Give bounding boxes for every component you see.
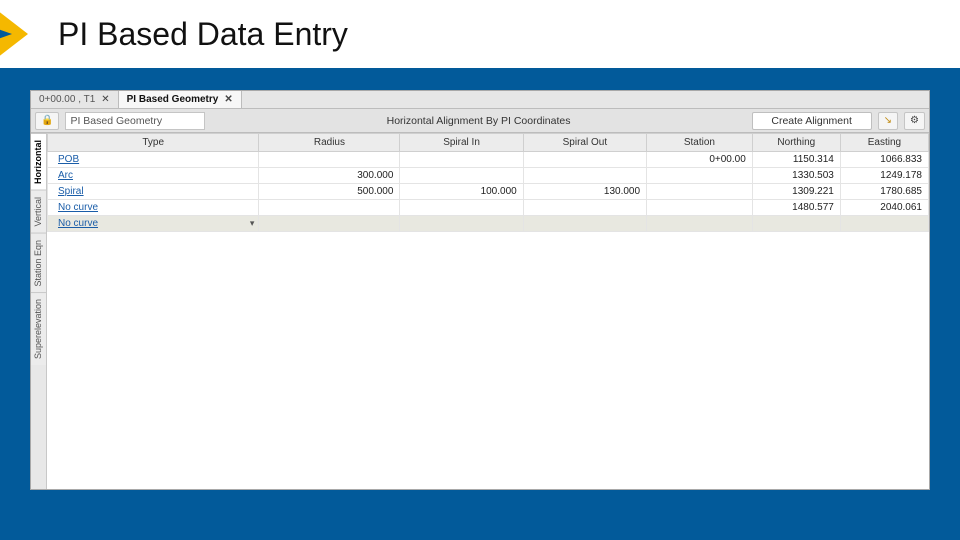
slide-title: PI Based Data Entry bbox=[0, 16, 348, 53]
tab-label: 0+00.00 , T1 bbox=[39, 94, 95, 105]
tab-station[interactable]: 0+00.00 , T1 ✕ bbox=[31, 91, 119, 108]
value-cell[interactable]: 1480.577 bbox=[752, 200, 840, 216]
value-cell[interactable] bbox=[647, 168, 753, 184]
value-cell[interactable]: 300.000 bbox=[259, 168, 400, 184]
value-cell[interactable] bbox=[647, 200, 753, 216]
value-cell[interactable] bbox=[752, 216, 840, 232]
type-cell[interactable]: Spiral bbox=[48, 184, 259, 200]
table-row[interactable]: Arc300.000 1330.5031249.178 bbox=[48, 168, 929, 184]
col-radius[interactable]: Radius bbox=[259, 134, 400, 152]
type-cell[interactable]: No curve bbox=[48, 216, 259, 232]
lock-button[interactable]: 🔒 bbox=[35, 112, 59, 130]
col-easting[interactable]: Easting bbox=[840, 134, 928, 152]
value-cell[interactable]: 130.000 bbox=[523, 184, 646, 200]
value-cell[interactable] bbox=[259, 216, 400, 232]
sidetab-vertical[interactable]: Vertical bbox=[31, 190, 46, 233]
close-icon[interactable]: ✕ bbox=[224, 94, 232, 105]
value-cell[interactable]: 1150.314 bbox=[752, 152, 840, 168]
value-cell[interactable] bbox=[259, 152, 400, 168]
table-row[interactable]: Spiral500.000100.000130.000 1309.2211780.… bbox=[48, 184, 929, 200]
accent-triangle bbox=[0, 0, 28, 68]
table-empty-area bbox=[47, 253, 929, 489]
table-row[interactable]: POB 0+00.001150.3141066.833 bbox=[48, 152, 929, 168]
value-cell[interactable] bbox=[523, 216, 646, 232]
slide-title-band: PI Based Data Entry bbox=[0, 0, 960, 68]
move-button[interactable]: ↘ bbox=[878, 112, 898, 130]
type-cell[interactable]: POB bbox=[48, 152, 259, 168]
value-cell[interactable] bbox=[840, 216, 928, 232]
value-cell[interactable] bbox=[523, 200, 646, 216]
sidetab-superelevation[interactable]: Superelevation bbox=[31, 292, 46, 365]
tab-label: PI Based Geometry bbox=[127, 94, 219, 105]
col-spiral-in[interactable]: Spiral In bbox=[400, 134, 523, 152]
settings-button[interactable]: ⚙ bbox=[904, 112, 925, 130]
side-tabstrip: Horizontal Vertical Station Eqn Superele… bbox=[31, 133, 47, 489]
gear-icon: ⚙ bbox=[910, 115, 919, 126]
value-cell[interactable] bbox=[647, 184, 753, 200]
value-cell[interactable]: 2040.061 bbox=[840, 200, 928, 216]
doc-tabstrip: 0+00.00 , T1 ✕ PI Based Geometry ✕ bbox=[31, 91, 929, 109]
value-cell[interactable] bbox=[523, 152, 646, 168]
lock-icon: 🔒 bbox=[41, 115, 53, 126]
value-cell[interactable]: 500.000 bbox=[259, 184, 400, 200]
col-station[interactable]: Station bbox=[647, 134, 753, 152]
table-row[interactable]: No curve bbox=[48, 216, 929, 232]
create-alignment-label: Create Alignment bbox=[771, 115, 852, 127]
arrow-icon: ↘ bbox=[884, 115, 892, 126]
type-cell[interactable]: Arc bbox=[48, 168, 259, 184]
pi-table: Type Radius Spiral In Spiral Out Station… bbox=[47, 133, 929, 232]
value-cell[interactable] bbox=[259, 200, 400, 216]
sidetab-horizontal[interactable]: Horizontal bbox=[31, 133, 46, 190]
value-cell[interactable]: 1249.178 bbox=[840, 168, 928, 184]
value-cell[interactable]: 1780.685 bbox=[840, 184, 928, 200]
col-spiral-out[interactable]: Spiral Out bbox=[523, 134, 646, 152]
pi-table-wrap: Type Radius Spiral In Spiral Out Station… bbox=[47, 133, 929, 489]
toolbar: 🔒 PI Based Geometry Horizontal Alignment… bbox=[31, 109, 929, 133]
table-header-row: Type Radius Spiral In Spiral Out Station… bbox=[48, 134, 929, 152]
tab-pi-geometry[interactable]: PI Based Geometry ✕ bbox=[119, 91, 242, 108]
value-cell[interactable] bbox=[647, 216, 753, 232]
value-cell[interactable] bbox=[523, 168, 646, 184]
app-window: 0+00.00 , T1 ✕ PI Based Geometry ✕ 🔒 PI … bbox=[30, 90, 930, 490]
value-cell[interactable] bbox=[400, 216, 523, 232]
sidetab-station-eqn[interactable]: Station Eqn bbox=[31, 233, 46, 293]
create-alignment-button[interactable]: Create Alignment bbox=[752, 112, 872, 130]
value-cell[interactable]: 1066.833 bbox=[840, 152, 928, 168]
value-cell[interactable] bbox=[400, 168, 523, 184]
col-northing[interactable]: Northing bbox=[752, 134, 840, 152]
geometry-name-field[interactable]: PI Based Geometry bbox=[65, 112, 205, 130]
value-cell[interactable]: 1330.503 bbox=[752, 168, 840, 184]
geometry-name-text: PI Based Geometry bbox=[70, 115, 162, 127]
value-cell[interactable]: 1309.221 bbox=[752, 184, 840, 200]
toolbar-title: Horizontal Alignment By PI Coordinates bbox=[211, 115, 745, 127]
value-cell[interactable] bbox=[400, 152, 523, 168]
table-row[interactable]: No curve 1480.5772040.061 bbox=[48, 200, 929, 216]
value-cell[interactable]: 100.000 bbox=[400, 184, 523, 200]
value-cell[interactable] bbox=[400, 200, 523, 216]
value-cell[interactable]: 0+00.00 bbox=[647, 152, 753, 168]
close-icon[interactable]: ✕ bbox=[101, 94, 109, 105]
col-type[interactable]: Type bbox=[48, 134, 259, 152]
editor-body: Horizontal Vertical Station Eqn Superele… bbox=[31, 133, 929, 489]
type-cell[interactable]: No curve bbox=[48, 200, 259, 216]
